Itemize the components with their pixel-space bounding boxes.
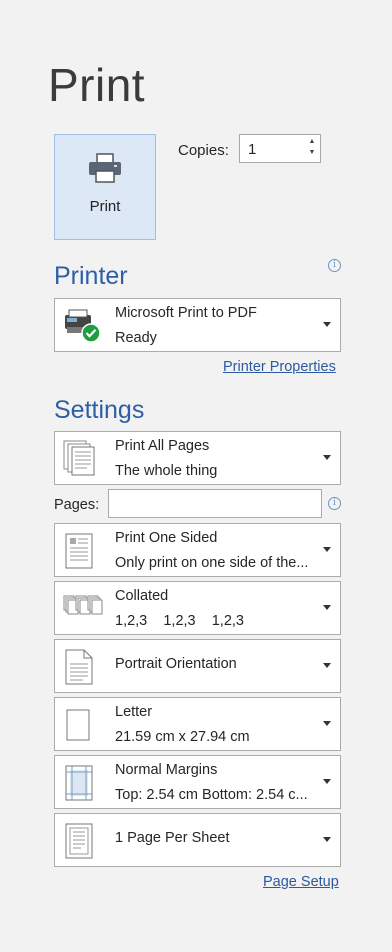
- portrait-icon: [63, 648, 97, 691]
- margins-sub: Top: 2.54 cm Bottom: 2.54 c...: [115, 787, 308, 803]
- printer-properties-link[interactable]: Printer Properties: [223, 359, 336, 375]
- orientation-select[interactable]: Portrait Orientation: [54, 639, 341, 693]
- chevron-down-icon: [323, 322, 331, 327]
- margins-main: Normal Margins: [115, 762, 218, 778]
- print-range-sub: The whole thing: [115, 463, 218, 479]
- paper-size-main: Letter: [115, 704, 153, 720]
- stepper-down-icon[interactable]: ▼: [307, 147, 317, 158]
- margins-select[interactable]: Normal Margins Top: 2.54 cm Bottom: 2.54…: [54, 755, 341, 809]
- paper-size-sub: 21.59 cm x 27.94 cm: [115, 729, 250, 745]
- pages-info-icon[interactable]: i: [328, 497, 341, 510]
- collated-icon: [63, 594, 103, 625]
- chevron-down-icon: [323, 663, 331, 668]
- printer-name: Microsoft Print to PDF: [115, 305, 257, 321]
- pages-label: Pages:: [54, 497, 100, 513]
- printer-status: Ready: [115, 330, 157, 346]
- print-range-select[interactable]: Print All Pages The whole thing: [54, 431, 341, 485]
- paper-size-select[interactable]: Letter 21.59 cm x 27.94 cm: [54, 697, 341, 751]
- pages-per-sheet-main: 1 Page Per Sheet: [115, 830, 230, 846]
- printer-heading: Printer: [54, 262, 128, 290]
- sides-select[interactable]: Print One Sided Only print on one side o…: [54, 523, 341, 577]
- chevron-down-icon: [323, 779, 331, 784]
- collation-main: Collated: [115, 588, 169, 604]
- margins-icon: [63, 764, 97, 807]
- pages-per-sheet-icon: [63, 822, 97, 865]
- chevron-down-icon: [323, 605, 331, 610]
- copies-value: 1: [248, 141, 257, 158]
- printer-info-icon[interactable]: i: [328, 259, 341, 272]
- sides-main: Print One Sided: [115, 530, 218, 546]
- chevron-down-icon: [323, 837, 331, 842]
- orientation-main: Portrait Orientation: [115, 656, 237, 672]
- one-sided-icon: [63, 532, 97, 575]
- settings-heading: Settings: [54, 396, 145, 424]
- page-setup-link[interactable]: Page Setup: [263, 874, 339, 890]
- paper-size-icon: [63, 706, 97, 749]
- page-title: Print: [48, 59, 146, 111]
- sides-sub: Only print on one side of the...: [115, 555, 309, 571]
- chevron-down-icon: [323, 721, 331, 726]
- pages-stack-icon: [63, 440, 97, 483]
- print-button-label: Print: [89, 198, 121, 215]
- print-range-main: Print All Pages: [115, 438, 210, 454]
- print-button[interactable]: Print: [54, 134, 156, 240]
- copies-label: Copies:: [178, 142, 229, 159]
- chevron-down-icon: [323, 547, 331, 552]
- pages-input[interactable]: [108, 489, 322, 518]
- printer-ready-icon: [63, 309, 103, 348]
- collation-sub: 1,2,3 1,2,3 1,2,3: [115, 613, 244, 629]
- copies-stepper[interactable]: 1 ▲ ▼: [239, 134, 321, 163]
- chevron-down-icon: [323, 455, 331, 460]
- pages-per-sheet-select[interactable]: 1 Page Per Sheet: [54, 813, 341, 867]
- printer-select[interactable]: Microsoft Print to PDF Ready: [54, 298, 341, 352]
- printer-icon: [87, 153, 123, 188]
- stepper-up-icon[interactable]: ▲: [307, 136, 317, 147]
- collation-select[interactable]: Collated 1,2,3 1,2,3 1,2,3: [54, 581, 341, 635]
